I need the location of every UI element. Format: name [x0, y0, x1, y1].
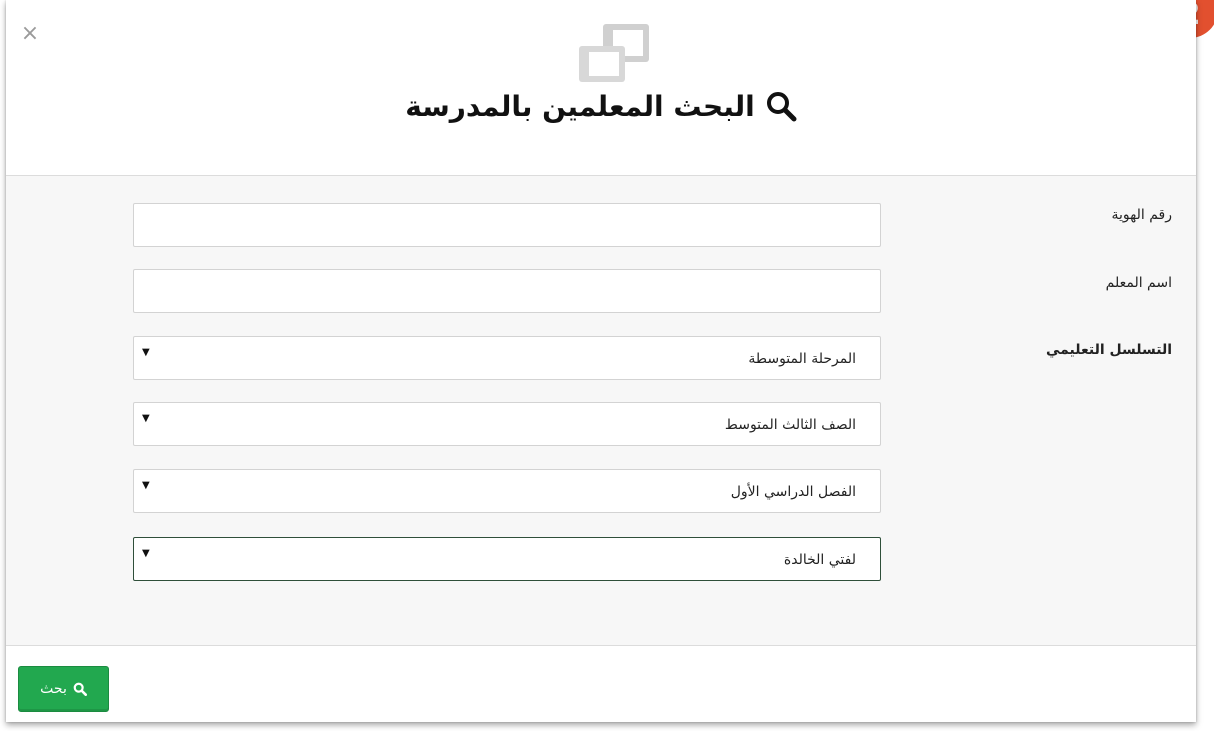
stage-select-value: المرحلة المتوسطة: [748, 351, 856, 367]
search-button[interactable]: بحث: [18, 666, 109, 712]
educational-hierarchy-label: التسلسل التعليمي: [1046, 342, 1172, 358]
caret-down-icon: ▼: [142, 548, 150, 559]
caret-down-icon: ▼: [142, 413, 150, 424]
id-number-input[interactable]: [134, 204, 880, 246]
class-select[interactable]: ▼ لفتي الخالدة: [133, 537, 881, 581]
teacher-name-field[interactable]: [133, 269, 881, 313]
windows-icon: [579, 24, 649, 82]
id-number-label: رقم الهوية: [1111, 207, 1172, 223]
grade-select[interactable]: ▼ الصف الثالث المتوسط: [133, 402, 881, 446]
teacher-name-label: اسم المعلم: [1105, 275, 1172, 291]
semester-select[interactable]: ▼ الفصل الدراسي الأول: [133, 469, 881, 513]
teacher-name-input[interactable]: [134, 270, 880, 312]
search-teachers-dialog: × البحث المعلمين بالمدرسة رقم الهوية اسم…: [6, 0, 1196, 722]
dialog-body: رقم الهوية اسم المعلم التسلسل التعليمي ▼…: [6, 176, 1196, 646]
search-icon: [73, 682, 87, 696]
page-title: البحث المعلمين بالمدرسة: [405, 89, 755, 123]
stage-select[interactable]: ▼ المرحلة المتوسطة: [133, 336, 881, 380]
caret-down-icon: ▼: [142, 480, 150, 491]
dialog-title-row: البحث المعلمين بالمدرسة: [6, 84, 1196, 128]
class-select-value: لفتي الخالدة: [783, 552, 856, 568]
id-number-field[interactable]: [133, 203, 881, 247]
search-icon: [766, 92, 797, 122]
dialog-header: × البحث المعلمين بالمدرسة: [6, 0, 1196, 176]
caret-down-icon: ▼: [142, 347, 150, 358]
semester-select-value: الفصل الدراسي الأول: [730, 484, 856, 500]
dialog-footer: بحث: [6, 646, 1196, 722]
search-button-label: بحث: [40, 681, 67, 697]
close-button[interactable]: ×: [18, 22, 42, 46]
grade-select-value: الصف الثالث المتوسط: [724, 417, 856, 433]
